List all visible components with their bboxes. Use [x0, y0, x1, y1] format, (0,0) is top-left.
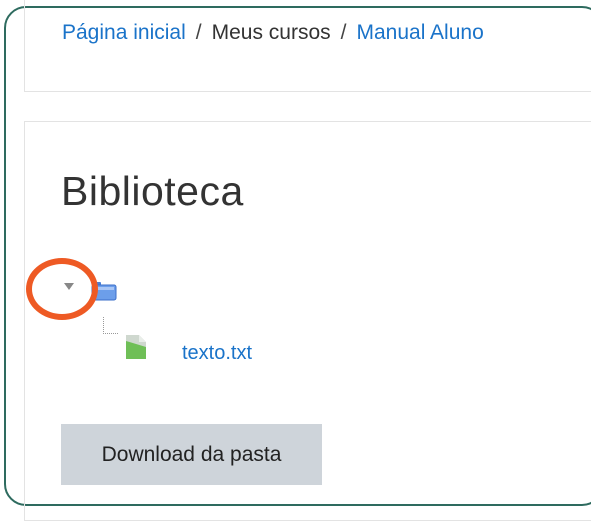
page-title: Biblioteca — [61, 168, 244, 214]
breadcrumb-home-link[interactable]: Página inicial — [62, 21, 186, 44]
breadcrumb-course-link[interactable]: Manual Aluno — [356, 21, 483, 44]
breadcrumb-my-courses-link[interactable]: Meus cursos — [212, 21, 331, 44]
download-folder-button[interactable]: Download da pasta — [61, 424, 322, 485]
breadcrumb-panel — [24, 0, 591, 92]
breadcrumb-separator: / — [340, 21, 347, 44]
tree-connector-line — [103, 317, 118, 334]
breadcrumb-separator: / — [195, 21, 202, 44]
breadcrumb: Página inicial / Meus cursos / Manual Aluno — [62, 21, 484, 45]
text-file-icon — [126, 335, 146, 359]
highlight-annotation-circle — [26, 258, 98, 320]
file-link-texto[interactable]: texto.txt — [182, 342, 252, 365]
